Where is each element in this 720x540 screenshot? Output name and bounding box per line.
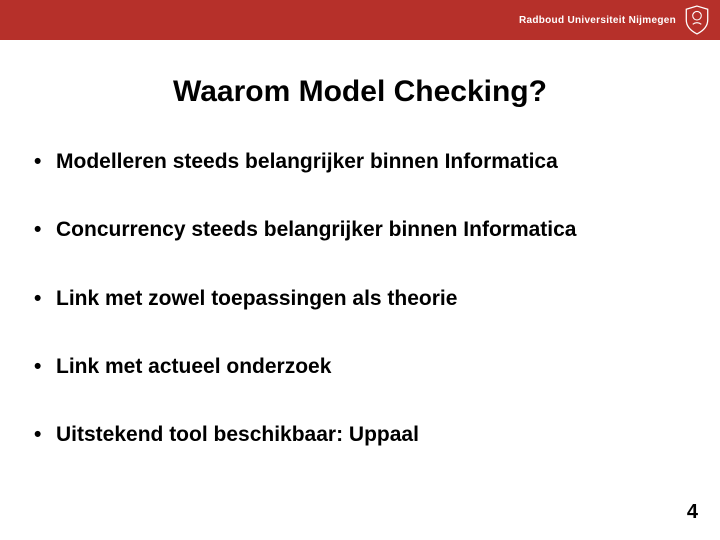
bullet-list: Modelleren steeds belangrijker binnen In… bbox=[0, 149, 720, 448]
list-item: Uitstekend tool beschikbaar: Uppaal bbox=[32, 422, 688, 448]
university-seal-icon bbox=[684, 5, 710, 35]
list-item: Concurrency steeds belangrijker binnen I… bbox=[32, 217, 688, 243]
page-number: 4 bbox=[687, 501, 698, 524]
header-bar: Radboud Universiteit Nijmegen bbox=[0, 0, 720, 40]
slide-title: Waarom Model Checking? bbox=[0, 75, 720, 109]
list-item: Modelleren steeds belangrijker binnen In… bbox=[32, 149, 688, 175]
list-item: Link met zowel toepassingen als theorie bbox=[32, 286, 688, 312]
list-item: Link met actueel onderzoek bbox=[32, 354, 688, 380]
university-name: Radboud Universiteit Nijmegen bbox=[519, 15, 676, 26]
